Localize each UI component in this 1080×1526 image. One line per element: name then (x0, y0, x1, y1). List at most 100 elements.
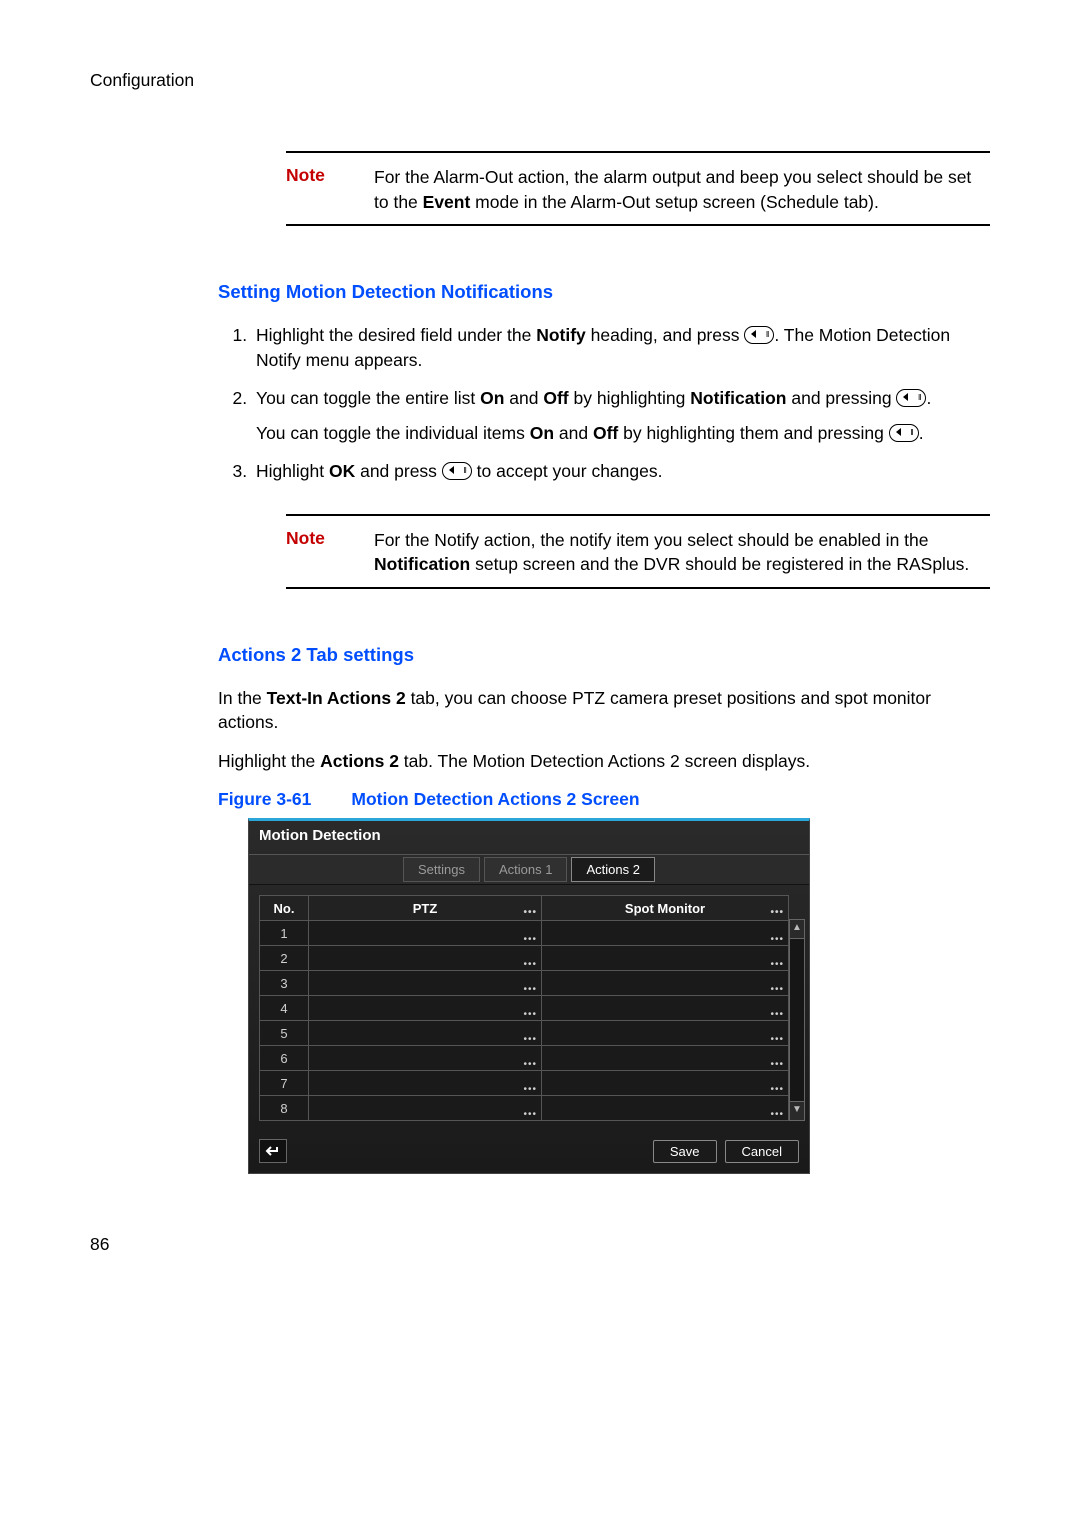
cell-spot[interactable]: ••• (542, 1096, 789, 1121)
more-dots-icon: ••• (523, 984, 537, 995)
text: mode in the Alarm-Out setup screen (Sche… (470, 192, 879, 212)
text: setup screen and the DVR should be regis… (470, 554, 969, 574)
text-strong: Notify (536, 325, 586, 345)
text-strong: On (480, 388, 504, 408)
cell-ptz[interactable]: ••• (309, 946, 542, 971)
paragraph: In the Text-In Actions 2 tab, you can ch… (218, 686, 990, 735)
cancel-button[interactable]: Cancel (725, 1140, 799, 1163)
more-dots-icon: ••• (770, 1059, 784, 1070)
back-button[interactable] (259, 1139, 287, 1163)
section-heading-notifications: Setting Motion Detection Notifications (218, 281, 990, 303)
text: . (919, 423, 924, 443)
more-dots-icon: ••• (523, 1034, 537, 1045)
step-3: Highlight OK and press to accept your ch… (252, 459, 990, 484)
table-row: 5 ••• ••• (260, 1021, 789, 1046)
table-row: 1•••••• (260, 921, 789, 946)
tab-settings[interactable]: Settings (403, 857, 480, 882)
note-block-alarm-out: Note For the Alarm-Out action, the alarm… (286, 165, 990, 214)
more-dots-icon: ••• (523, 1059, 537, 1070)
text-strong: Notification (690, 388, 786, 408)
more-dots-icon: ••• (770, 1084, 784, 1095)
cell-no: 8 (260, 1096, 309, 1121)
text: and pressing (787, 388, 897, 408)
text: PTZ (413, 901, 438, 916)
cell-spot[interactable]: ••• (542, 971, 789, 996)
rule (286, 587, 990, 589)
text-strong: Off (593, 423, 618, 443)
text: by highlighting them and pressing (618, 423, 888, 443)
tab-actions-2[interactable]: Actions 2 (571, 857, 654, 882)
cell-ptz[interactable]: ••• (309, 1096, 542, 1121)
cell-no: 3 (260, 971, 309, 996)
tab-actions-1[interactable]: Actions 1 (484, 857, 567, 882)
cell-spot[interactable]: ••• (542, 946, 789, 971)
col-header-ptz[interactable]: PTZ ••• (309, 896, 542, 921)
cell-no: 5 (260, 1021, 309, 1046)
more-dots-icon: ••• (770, 959, 784, 970)
text: to accept your changes. (472, 461, 663, 481)
section-heading-actions2: Actions 2 Tab settings (218, 644, 990, 666)
more-dots-icon: ••• (770, 1034, 784, 1045)
cell-spot[interactable]: ••• (542, 1021, 789, 1046)
more-dots-icon: ••• (523, 1084, 537, 1095)
more-dots-icon: ••• (770, 1109, 784, 1120)
table-row: 4 ••• ••• (260, 996, 789, 1021)
note-label: Note (286, 528, 374, 577)
text: heading, and press (586, 325, 745, 345)
text-strong: Notification (374, 554, 470, 574)
col-header-spot[interactable]: Spot Monitor ••• (542, 896, 789, 921)
text: and (554, 423, 593, 443)
note-text: For the Notify action, the notify item y… (374, 528, 990, 577)
cell-no: 7 (260, 1071, 309, 1096)
cell-ptz[interactable]: ••• (309, 996, 542, 1021)
text: Spot Monitor (625, 901, 705, 916)
text: . (926, 388, 931, 408)
table-row: 3 ••• ••• (260, 971, 789, 996)
more-dots-icon: ••• (523, 907, 537, 918)
paragraph: Highlight the Actions 2 tab. The Motion … (218, 749, 990, 774)
text: tab. The Motion Detection Actions 2 scre… (399, 751, 810, 771)
cell-no: 1 (260, 921, 309, 946)
text-strong: Actions 2 (320, 751, 399, 771)
text-strong: OK (329, 461, 355, 481)
scroll-up-button[interactable]: ▲ (789, 919, 805, 939)
scroll-track[interactable] (789, 939, 805, 1101)
text: Highlight (256, 461, 329, 481)
back-arrow-icon (265, 1145, 281, 1157)
cell-ptz[interactable]: ••• (309, 1071, 542, 1096)
cell-spot[interactable]: ••• (542, 1071, 789, 1096)
text: In the (218, 688, 267, 708)
col-header-no: No. (260, 896, 309, 921)
table-row: 8 ••• ••• (260, 1096, 789, 1121)
cell-ptz[interactable]: ••• (309, 1046, 542, 1071)
cell-no: 4 (260, 996, 309, 1021)
step-2: You can toggle the entire list On and Of… (252, 386, 990, 445)
more-dots-icon: ••• (770, 934, 784, 945)
cell-spot[interactable]: ••• (542, 996, 789, 1021)
more-dots-icon: ••• (523, 1009, 537, 1020)
note-block-notify: Note For the Notify action, the notify i… (286, 528, 990, 577)
rule (286, 151, 990, 153)
scroll-down-button[interactable]: ▼ (789, 1101, 805, 1121)
text: and press (355, 461, 442, 481)
cell-ptz[interactable]: ••• (309, 921, 542, 946)
cell-spot[interactable]: ••• (542, 1046, 789, 1071)
text: and (504, 388, 543, 408)
scrollbar[interactable]: ▲ ▼ (789, 895, 805, 1121)
save-button[interactable]: Save (653, 1140, 717, 1163)
more-dots-icon: ••• (770, 1009, 784, 1020)
figure-title: Motion Detection Actions 2 Screen (351, 789, 639, 809)
cell-spot[interactable]: ••• (542, 921, 789, 946)
dvr-window-title: Motion Detection (249, 821, 809, 854)
page-number: 86 (90, 1234, 990, 1255)
figure-number: Figure 3-61 (218, 789, 311, 809)
table-row: 2•••••• (260, 946, 789, 971)
text-strong: Event (423, 192, 471, 212)
cell-ptz[interactable]: ••• (309, 1021, 542, 1046)
rule (286, 224, 990, 226)
more-dots-icon: ••• (523, 959, 537, 970)
more-dots-icon: ••• (523, 1109, 537, 1120)
text-strong: Text-In Actions 2 (267, 688, 406, 708)
cell-ptz[interactable]: ••• (309, 971, 542, 996)
enter-button-icon (442, 462, 472, 480)
